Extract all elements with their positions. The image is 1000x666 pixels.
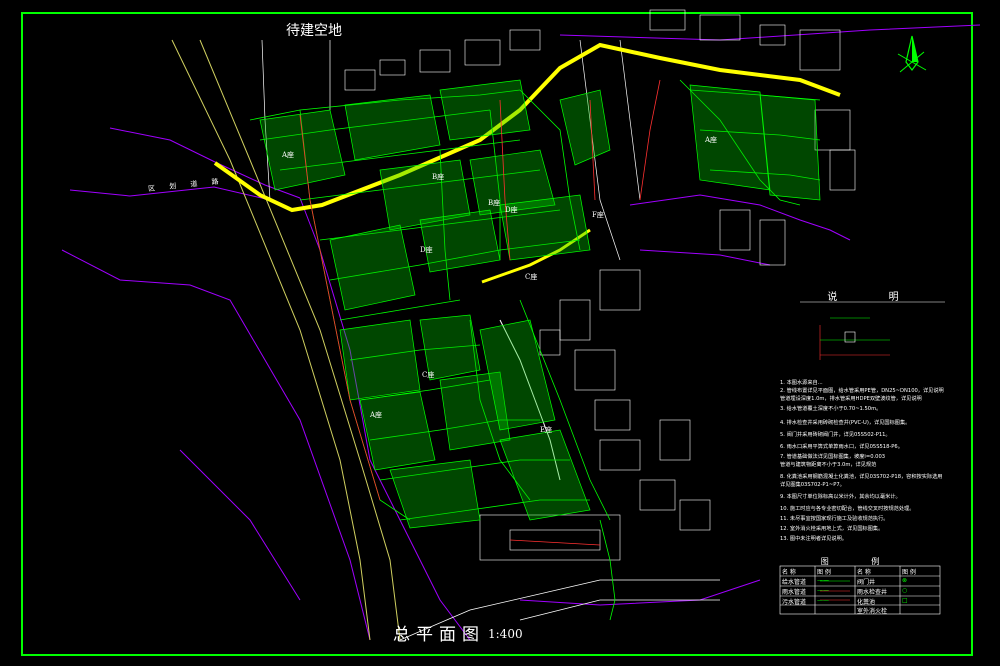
legend-cell: ○ — [902, 587, 908, 594]
block-label: C座 — [525, 273, 538, 281]
notes-frame — [800, 301, 945, 360]
plan-title: 总平面图 — [393, 625, 485, 645]
note-line: 管道与建筑物距离不小于3.0m，详见规范 — [780, 462, 877, 468]
note-line: 11. 未尽事宜按国家现行施工及验收规范执行。 — [780, 516, 889, 522]
north-arrow-icon — [897, 35, 927, 73]
legend-cell: ⊗ — [902, 577, 908, 584]
notes-heading: 说 明 — [827, 292, 923, 303]
note-line: 6. 雨水口采用平箅式单箅雨水口，详见05S518-P6。 — [780, 444, 903, 450]
plan-scale: 1:400 — [488, 627, 523, 641]
building-blocks — [259, 79, 821, 529]
legend-cell: □ — [902, 597, 908, 604]
block-label: D座 — [420, 246, 433, 254]
block-label: A座 — [370, 411, 383, 419]
legend-cell: 雨水检查井 — [857, 589, 888, 596]
note-line: 2. 管线布置详见平面图，给水管采用PE管，DN25~DN100，详见说明 — [780, 388, 944, 394]
note-line: 详见图集03S702-P1~P7。 — [780, 482, 845, 488]
note-line: 12. 室外消火栓采用地上式，详见国标图集。 — [780, 526, 884, 532]
block-label: A座 — [705, 136, 718, 144]
block-label: A座 — [282, 151, 295, 159]
legend-cell: 图 例 — [902, 569, 916, 576]
legend-cell: 阀门井 — [857, 579, 876, 586]
legend-cell: 污水管道 — [782, 599, 807, 606]
note-line: 8. 化粪池采用钢筋混凝土化粪池，详见03S702-P18，容积按实际选用 — [780, 474, 943, 480]
legend-cell: 室外消火栓 — [857, 608, 888, 615]
legend-cell: 雨水管道 — [782, 589, 807, 596]
legend-cell: —— — [817, 587, 829, 594]
block-label: D座 — [505, 206, 518, 214]
note-line: 3. 给水管道覆土深度不小于0.70~1.50m。 — [780, 406, 882, 412]
legend-cell: 名 称 — [857, 569, 871, 576]
legend-cell: 名 称 — [782, 569, 796, 576]
note-line: 9. 本图尺寸单位除标高以米计外，其余均以毫米计。 — [780, 494, 901, 500]
block-label: B座 — [488, 199, 501, 207]
note-line: 10. 施工时应与各专业密切配合，管线交叉时按规范处理。 — [780, 506, 915, 512]
legend-cell: —— — [817, 577, 829, 584]
note-line: 管道埋设深度1.0m，排水管采用HDPE双壁波纹管，详见说明 — [780, 396, 922, 402]
legend-cell: 化粪池 — [857, 599, 876, 606]
note-line: 1. 本图水源来自... — [780, 380, 823, 386]
block-label: C座 — [422, 371, 435, 379]
legend-heading: 图 例 — [820, 557, 900, 566]
block-label: E座 — [540, 426, 553, 434]
note-line: 5. 阀门井采用砖砌阀门井，详见05S502-P11。 — [780, 432, 891, 438]
legend-cell: —— — [817, 597, 829, 604]
note-line: 13. 图中未注明者详见说明。 — [780, 536, 847, 542]
vacant-land-label: 待建空地 — [286, 23, 342, 39]
block-label: B座 — [432, 173, 445, 181]
note-line: 4. 排水检查井采用砖砌检查井(PVC-U)，详见国标图集。 — [780, 420, 911, 426]
legend-cell: 图 例 — [817, 569, 831, 576]
legend-cell: 给水管道 — [782, 579, 807, 586]
note-line: 7. 管道基础做法详见国标图集，坡度i=0.003 — [780, 454, 886, 460]
block-label: F座 — [592, 211, 604, 219]
